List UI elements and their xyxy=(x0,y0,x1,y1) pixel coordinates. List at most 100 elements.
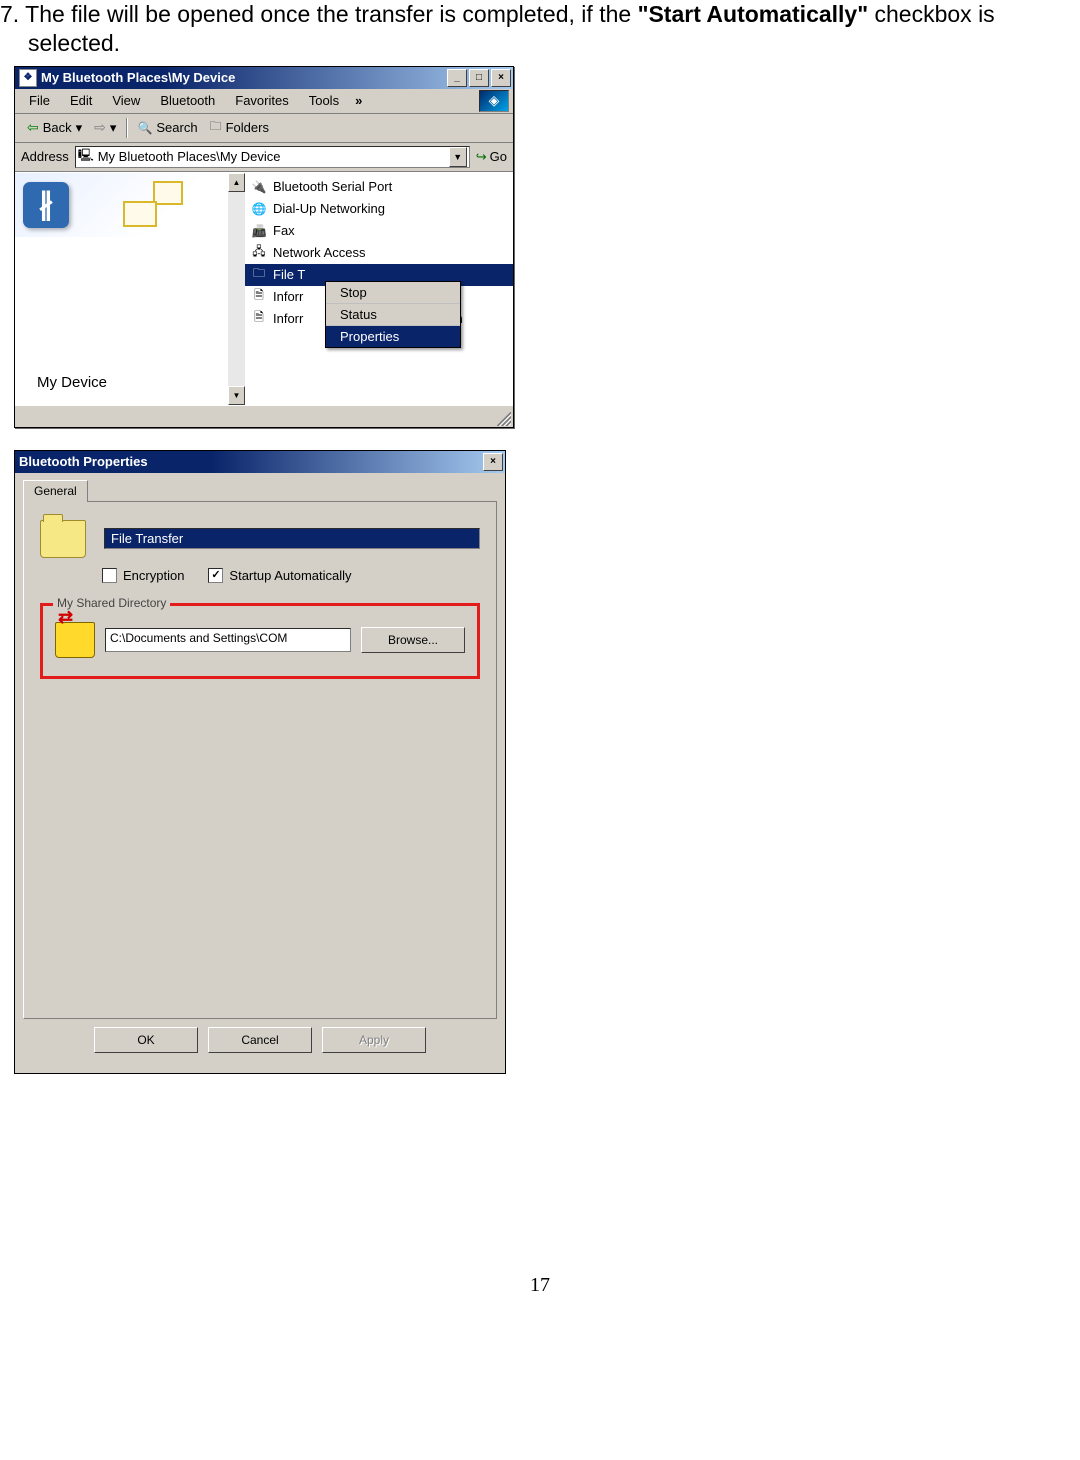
explorer-body: ∦ My Device ▲ ▼ 🔌 Bluetooth Serial Port xyxy=(15,172,513,405)
forward-button[interactable]: ⇨ ▾ xyxy=(88,117,122,138)
folders-icon: 🗀 xyxy=(210,117,222,138)
service-label: Inforr xyxy=(273,289,303,304)
decorative-icon xyxy=(123,201,157,227)
folders-label: Folders xyxy=(226,120,269,135)
startup-checkbox[interactable]: Startup Automatically xyxy=(208,568,351,583)
go-label: Go xyxy=(490,149,507,164)
scrollbar-vertical[interactable]: ▲ ▼ xyxy=(227,173,245,405)
encryption-checkbox[interactable]: Encryption xyxy=(102,568,184,583)
forward-dropdown: ▾ xyxy=(110,120,117,136)
menu-bluetooth[interactable]: Bluetooth xyxy=(150,90,225,111)
toolbar-separator xyxy=(126,118,127,138)
checkbox-checked-icon xyxy=(208,568,223,583)
status-bar xyxy=(15,405,513,427)
shared-directory-group: My Shared Directory C:\Documents and Set… xyxy=(40,603,480,679)
bluetooth-logo-icon: ∦ xyxy=(23,182,69,228)
fax-icon: 📠 xyxy=(251,223,267,239)
address-label: Address xyxy=(21,149,69,164)
device-label: My Device xyxy=(15,374,227,405)
search-label: Search xyxy=(156,120,197,135)
window-title: My Bluetooth Places\My Device xyxy=(41,70,447,85)
ctx-stop[interactable]: Stop xyxy=(326,282,460,304)
page-number: 17 xyxy=(0,1274,1080,1297)
services-list: 🔌 Bluetooth Serial Port 🌐 Dial-Up Networ… xyxy=(245,173,513,405)
forward-arrow-icon: ⇨ xyxy=(94,119,106,136)
folders-button[interactable]: 🗀 Folders xyxy=(204,115,275,140)
context-menu: Stop Status Properties xyxy=(325,281,461,348)
back-dropdown[interactable]: ▾ xyxy=(76,120,83,136)
service-label: Bluetooth Serial Port xyxy=(273,179,392,194)
shared-folder-icon xyxy=(55,622,95,658)
address-bar: Address 🖳 My Bluetooth Places\My Device … xyxy=(15,143,513,172)
path-field[interactable]: C:\Documents and Settings\COM xyxy=(105,628,351,652)
menu-favorites[interactable]: Favorites xyxy=(225,90,298,111)
menu-tools[interactable]: Tools xyxy=(299,90,349,111)
cancel-button[interactable]: Cancel xyxy=(208,1027,312,1053)
address-dropdown[interactable]: ▼ xyxy=(449,147,467,167)
menu-view[interactable]: View xyxy=(102,90,150,111)
service-label: File T xyxy=(273,267,305,282)
info-icon: 🗎 xyxy=(251,311,267,327)
folders-pane: ∦ My Device xyxy=(15,173,227,405)
back-label: Back xyxy=(43,120,72,135)
ok-button[interactable]: OK xyxy=(94,1027,198,1053)
decorative-icon xyxy=(153,181,183,205)
instruction-prefix: 7. The file will be opened once the tran… xyxy=(0,1,638,27)
scroll-up-icon[interactable]: ▲ xyxy=(228,173,245,192)
menu-edit[interactable]: Edit xyxy=(60,90,102,111)
explorer-window: ❖ My Bluetooth Places\My Device _ □ × Fi… xyxy=(14,66,514,428)
resize-grip-icon[interactable] xyxy=(497,412,511,426)
maximize-button[interactable]: □ xyxy=(469,69,489,87)
dialog-close-button[interactable]: × xyxy=(483,453,503,471)
tabstrip: General xyxy=(23,479,497,502)
service-label: Network Access xyxy=(273,245,365,260)
instruction-text: 7. The file will be opened once the tran… xyxy=(28,0,1080,58)
checkbox-icon xyxy=(102,568,117,583)
scroll-down-icon[interactable]: ▼ xyxy=(228,386,245,405)
properties-dialog: Bluetooth Properties × General File Tran… xyxy=(14,450,506,1074)
ctx-status[interactable]: Status xyxy=(326,304,460,326)
info-icon: 🗎 xyxy=(251,289,267,305)
startup-label: Startup Automatically xyxy=(229,568,351,583)
search-button[interactable]: 🔍 Search xyxy=(131,118,203,137)
address-icon: 🖳 xyxy=(78,146,94,167)
go-icon: ↪ xyxy=(476,149,487,165)
dialog-titlebar[interactable]: Bluetooth Properties × xyxy=(15,451,505,473)
service-label: Dial-Up Networking xyxy=(273,201,385,216)
file-transfer-icon: 🗀 xyxy=(251,267,267,283)
tab-page-general: File Transfer Encryption Startup Automat… xyxy=(23,502,497,1019)
back-button[interactable]: ⇦ Back ▾ xyxy=(21,117,88,138)
serial-icon: 🔌 xyxy=(251,179,267,195)
dialup-icon: 🌐 xyxy=(251,201,267,217)
menu-bar: File Edit View Bluetooth Favorites Tools… xyxy=(15,89,513,114)
apply-button[interactable]: Apply xyxy=(322,1027,426,1053)
close-button[interactable]: × xyxy=(491,69,511,87)
ctx-properties[interactable]: Properties xyxy=(326,326,460,347)
dialog-title: Bluetooth Properties xyxy=(19,454,483,469)
tab-general[interactable]: General xyxy=(23,480,88,502)
dialog-button-row: OK Cancel Apply xyxy=(23,1019,497,1063)
instruction-bold: "Start Automatically" xyxy=(638,1,869,27)
address-value: My Bluetooth Places\My Device xyxy=(98,149,281,164)
service-label: Inforr xyxy=(273,311,303,326)
browse-button[interactable]: Browse... xyxy=(361,627,465,653)
menu-more[interactable]: » xyxy=(349,90,368,111)
scroll-track[interactable] xyxy=(228,192,245,386)
service-item-fax[interactable]: 📠 Fax xyxy=(245,220,513,242)
service-item-dialup[interactable]: 🌐 Dial-Up Networking xyxy=(245,198,513,220)
name-field[interactable]: File Transfer xyxy=(104,528,480,549)
titlebar[interactable]: ❖ My Bluetooth Places\My Device _ □ × xyxy=(15,67,513,89)
encryption-label: Encryption xyxy=(123,568,184,583)
minimize-button[interactable]: _ xyxy=(447,69,467,87)
service-item-network[interactable]: 🖧 Network Access xyxy=(245,242,513,264)
folder-icon xyxy=(40,520,86,558)
address-field[interactable]: 🖳 My Bluetooth Places\My Device ▼ xyxy=(75,146,470,168)
network-icon: 🖧 xyxy=(251,245,267,261)
service-item-serial[interactable]: 🔌 Bluetooth Serial Port xyxy=(245,176,513,198)
throbber-icon: ◈ xyxy=(479,90,509,112)
go-button[interactable]: ↪ Go xyxy=(476,149,507,165)
toolbar: ⇦ Back ▾ ⇨ ▾ 🔍 Search 🗀 Folders xyxy=(15,114,513,143)
menu-file[interactable]: File xyxy=(19,90,60,111)
back-arrow-icon: ⇦ xyxy=(27,119,39,136)
service-label: Fax xyxy=(273,223,295,238)
